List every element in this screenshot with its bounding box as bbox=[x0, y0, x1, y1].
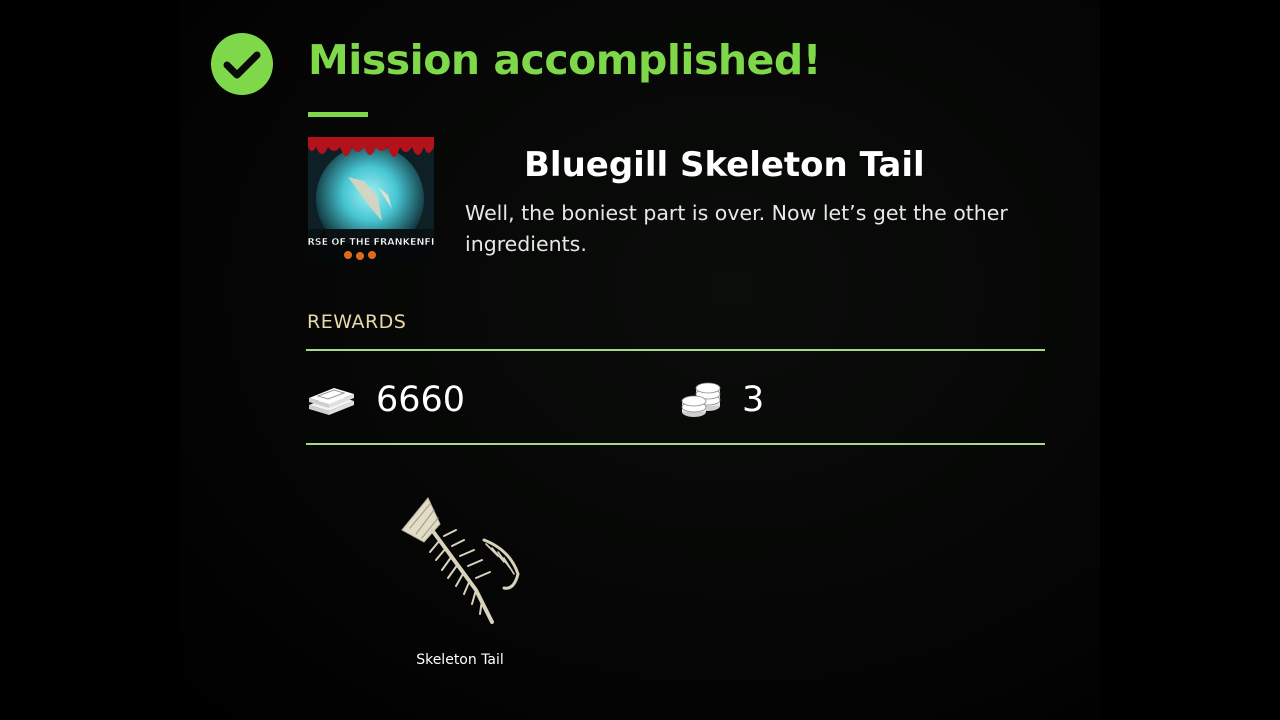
page-title: Mission accomplished! bbox=[308, 36, 821, 84]
mission-art-text: CURSE OF THE FRANKENFISH bbox=[308, 237, 434, 248]
mission-header bbox=[210, 30, 274, 98]
coins-value: 3 bbox=[742, 380, 765, 420]
fish-skeleton-tail-icon bbox=[401, 497, 520, 624]
mission-image: CURSE OF THE FRANKENFISH bbox=[308, 137, 434, 263]
mission-description: Well, the boniest part is over. Now let’… bbox=[465, 201, 1008, 256]
item-label: Skeleton Tail bbox=[416, 652, 504, 668]
coin-stack-icon bbox=[681, 382, 721, 417]
reward-item: Skeleton Tail bbox=[380, 490, 540, 670]
reward-money: 6660 bbox=[306, 372, 465, 428]
cash-stack-icon bbox=[309, 388, 354, 415]
title-underline bbox=[308, 112, 368, 117]
rewards-heading: REWARDS bbox=[307, 311, 407, 333]
rewards-divider-bottom bbox=[306, 443, 1045, 445]
background bbox=[180, 0, 1100, 720]
money-value: 6660 bbox=[376, 380, 466, 420]
reward-coins: 3 bbox=[680, 372, 764, 428]
check-circle-icon bbox=[211, 33, 273, 95]
mission-name: Bluegill Skeleton Tail bbox=[524, 145, 925, 185]
rewards-divider-top bbox=[306, 349, 1045, 351]
